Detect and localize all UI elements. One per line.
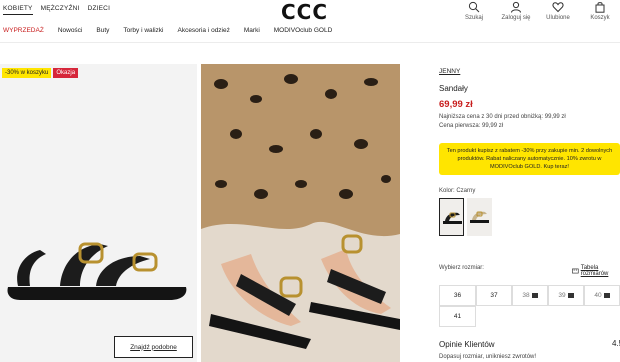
- nav-item-shoes[interactable]: Buty: [96, 27, 109, 34]
- size-table-link[interactable]: Tabela rozmiarów: [572, 265, 620, 277]
- size-37[interactable]: 37: [476, 285, 512, 306]
- brand-link[interactable]: JENNY: [439, 68, 460, 75]
- nav-item-accessories[interactable]: Akcesoria i odzież: [177, 27, 229, 34]
- color-swatch-beige[interactable]: [467, 198, 492, 236]
- first-price: Cena pierwsza: 99,99 zł: [439, 123, 504, 129]
- deal-badge: Okazja: [53, 68, 79, 78]
- black-swatch-image: [443, 212, 462, 224]
- lowest-price: Najniższa cena z 30 dni przed obniżką: 9…: [439, 114, 566, 120]
- cart-button[interactable]: Koszyk: [580, 0, 620, 21]
- reviews-title: Opinie Klientów: [439, 340, 495, 349]
- tab-dzieci[interactable]: DZIECI: [88, 5, 111, 15]
- login-button[interactable]: Zaloguj się: [496, 0, 536, 21]
- size-label: Wybierz rozmiar:: [439, 265, 484, 271]
- size-36[interactable]: 36: [439, 285, 476, 306]
- nav-item-brands[interactable]: Marki: [244, 27, 260, 34]
- badges: -30% w koszyku Okazja: [2, 68, 79, 78]
- nav-item-bags[interactable]: Torby i walizki: [123, 27, 163, 34]
- product-name: Sandały: [439, 84, 468, 93]
- promo-banner: Ten produkt kupisz z rabatem -30% przy z…: [439, 143, 620, 175]
- color-label: Kolor: Czarny: [439, 188, 476, 194]
- size-label-40: 40: [594, 292, 602, 299]
- favorites-button[interactable]: Ulubione: [538, 0, 578, 21]
- nav-item-sale[interactable]: WYPRZEDAŻ: [3, 27, 44, 34]
- login-label: Zaloguj się: [501, 15, 531, 21]
- size-label-36: 36: [453, 292, 462, 299]
- header-divider: [0, 42, 620, 43]
- top-actions: Szukaj Zaloguj się Ulubione Koszyk: [454, 0, 620, 21]
- notify-envelope-icon: [567, 293, 574, 298]
- tab-mezczyzni[interactable]: MĘŻCZYŹNI: [41, 5, 80, 15]
- size-table-label: Tabela rozmiarów: [580, 265, 609, 277]
- size-41[interactable]: 41: [439, 306, 476, 327]
- product-price: 69,99 zł: [439, 99, 473, 110]
- worn-illustration: [201, 64, 400, 362]
- category-nav: WYPRZEDAŻ Nowości Buty Torby i walizki A…: [3, 27, 332, 34]
- notify-envelope-icon: [531, 293, 538, 298]
- size-label-41: 41: [453, 313, 462, 320]
- logo[interactable]: CCC: [281, 0, 328, 24]
- reviews-rating: 4.5: [612, 339, 620, 348]
- heart-icon: [552, 2, 564, 13]
- size-label-39: 39: [558, 292, 566, 299]
- cart-label: Koszyk: [590, 15, 610, 21]
- product-image-main[interactable]: [0, 64, 197, 362]
- search-label: Szukaj: [464, 15, 483, 21]
- user-icon: [511, 1, 521, 13]
- size-label-37: 37: [490, 292, 498, 299]
- color-swatch-black[interactable]: [439, 198, 464, 236]
- size-38[interactable]: 38: [512, 285, 548, 306]
- size-40[interactable]: 40: [584, 285, 620, 306]
- gender-nav: KOBIETY MĘŻCZYŹNI DZIECI: [3, 5, 110, 15]
- size-label-38: 38: [522, 292, 530, 299]
- tab-kobiety[interactable]: KOBIETY: [3, 5, 33, 15]
- nav-item-modivoclub[interactable]: MODIVOclub GOLD: [274, 27, 333, 34]
- find-similar-button[interactable]: Znajdź podobne: [114, 336, 193, 358]
- ruler-icon: [572, 268, 579, 274]
- sandal-illustration: [7, 242, 187, 300]
- favorites-label: Ulubione: [546, 15, 570, 21]
- reviews-subtitle: Dopasuj rozmiar, unikniesz zwrotów!: [439, 354, 537, 360]
- beige-swatch-image: [470, 211, 489, 223]
- discount-badge: -30% w koszyku: [2, 68, 52, 78]
- notify-envelope-icon: [603, 293, 610, 298]
- search-button[interactable]: Szukaj: [454, 0, 494, 21]
- size-39[interactable]: 39: [548, 285, 584, 306]
- nav-item-new[interactable]: Nowości: [58, 27, 83, 34]
- product-image-worn[interactable]: [201, 64, 400, 362]
- bag-icon: [595, 2, 605, 13]
- search-icon: [468, 1, 480, 13]
